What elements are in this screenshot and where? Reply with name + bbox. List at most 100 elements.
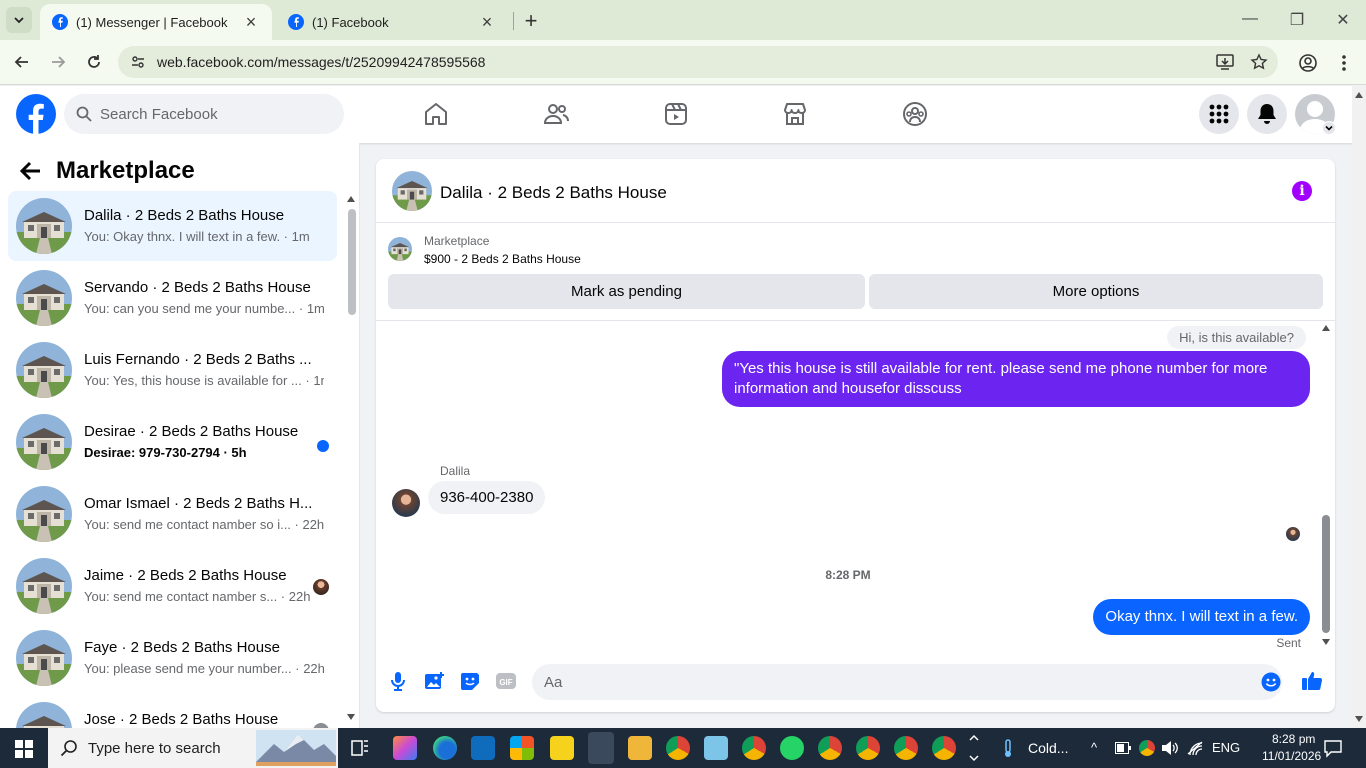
office-app-icon[interactable] [393, 736, 417, 760]
tab-close-icon[interactable]: × [478, 12, 496, 33]
clock-date[interactable]: 11/01/2026 [1262, 749, 1321, 763]
facebook-logo-icon[interactable] [16, 94, 56, 134]
chat-title[interactable]: Dalila · 2 Beds 2 Baths House [440, 183, 667, 203]
video-icon[interactable] [662, 100, 690, 128]
whatsapp-icon[interactable] [780, 736, 804, 760]
install-app-icon[interactable] [1216, 54, 1234, 70]
language-indicator[interactable]: ENG [1212, 740, 1240, 755]
sticker-icon[interactable] [459, 670, 481, 692]
bookmark-star-icon[interactable] [1250, 53, 1268, 71]
back-icon[interactable] [12, 52, 32, 72]
outlook-icon[interactable] [471, 736, 495, 760]
listing-thumbnail[interactable] [392, 171, 432, 211]
sidebar-scroll-thumb[interactable] [348, 209, 356, 315]
volume-icon[interactable] [1161, 740, 1179, 756]
thumbs-up-icon[interactable] [1301, 669, 1323, 691]
minimize-icon[interactable]: — [1240, 10, 1260, 28]
forward-icon[interactable] [48, 52, 68, 72]
conversation-item[interactable]: Omar Ismael · 2 Beds 2 Baths H... You: se… [8, 479, 337, 549]
wifi-icon[interactable] [1187, 740, 1205, 756]
messages-scrollbar[interactable] [1321, 325, 1331, 649]
more-menu-icon[interactable] [1336, 53, 1352, 73]
tab-close-icon[interactable]: × [242, 12, 260, 33]
notifications-button[interactable] [1247, 94, 1287, 134]
message-input-box[interactable] [532, 664, 1282, 700]
conversation-name: Omar Ismael · 2 Beds 2 Baths H... [84, 495, 313, 512]
address-bar[interactable]: web.facebook.com/messages/t/252099424785… [118, 46, 1278, 78]
home-icon[interactable] [422, 100, 450, 128]
conversation-name: Servando · 2 Beds 2 Baths House [84, 279, 311, 296]
message-bubble-outgoing[interactable]: "Yes this house is still available for r… [722, 351, 1310, 407]
chrome-profile-icon[interactable] [742, 736, 766, 760]
listing-thumbnail [16, 702, 72, 728]
menu-apps-button[interactable] [1199, 94, 1239, 134]
facebook-search-input[interactable] [100, 94, 336, 134]
microsoft-store-icon[interactable] [510, 736, 534, 760]
notes-app-icon[interactable] [704, 736, 728, 760]
chrome-notification-icon[interactable] [1139, 740, 1155, 756]
conversation-item[interactable]: Dalila · 2 Beds 2 Baths House You: Okay t… [8, 191, 337, 261]
edge-browser-icon[interactable] [433, 736, 457, 760]
new-tab-button[interactable]: + [519, 8, 543, 34]
sticky-notes-icon[interactable] [550, 736, 574, 760]
battery-icon[interactable] [1115, 742, 1131, 754]
conversation-item[interactable]: Jaime · 2 Beds 2 Baths House You: send me… [8, 551, 337, 621]
messages-scroll-thumb[interactable] [1322, 515, 1330, 633]
conversation-item[interactable]: Jose · 2 Beds 2 Baths House [8, 695, 337, 728]
browser-tab-facebook[interactable]: (1) Facebook × [276, 4, 508, 40]
message-bubble-outgoing[interactable]: Okay thnx. I will text in a few. [1093, 599, 1310, 635]
weather-text[interactable]: Cold... [1028, 740, 1068, 756]
conversation-item[interactable]: Luis Fernando · 2 Beds 2 Baths ... You: Y… [8, 335, 337, 405]
conversation-name: Desirae · 2 Beds 2 Baths House [84, 423, 299, 440]
groups-icon[interactable] [901, 100, 929, 128]
friends-icon[interactable] [542, 100, 570, 128]
browser-toolbar: web.facebook.com/messages/t/252099424785… [0, 40, 1366, 85]
more-options-button[interactable]: More options [869, 274, 1323, 309]
windows-start-icon[interactable] [15, 740, 33, 758]
show-hidden-icons-icon[interactable]: ^ [1091, 740, 1097, 755]
file-explorer-icon[interactable] [628, 736, 652, 760]
clock-time[interactable]: 8:28 pm [1272, 732, 1315, 746]
gif-icon[interactable]: GIF [495, 670, 517, 692]
chrome-profile-icon[interactable] [856, 736, 880, 760]
active-app-icon[interactable] [588, 732, 614, 764]
message-bubble-incoming[interactable]: 936-400-2380 [428, 481, 546, 514]
chrome-profile-icon[interactable] [932, 736, 956, 760]
sender-avatar[interactable] [392, 489, 420, 517]
restore-icon[interactable]: ❐ [1287, 10, 1307, 30]
mark-as-pending-button[interactable]: Mark as pending [388, 274, 865, 309]
sidebar-scrollbar[interactable] [346, 193, 356, 723]
notification-center-icon[interactable] [1323, 738, 1343, 758]
grid-menu-icon [1209, 104, 1229, 124]
conversation-item[interactable]: Servando · 2 Beds 2 Baths House You: can … [8, 263, 337, 333]
page-scrollbar[interactable] [1352, 86, 1366, 728]
taskbar-overflow-icon[interactable] [968, 732, 980, 764]
profile-icon[interactable] [1298, 53, 1318, 73]
facebook-search-box[interactable] [64, 94, 344, 134]
listing-title[interactable]: $900 - 2 Beds 2 Baths House [424, 252, 581, 266]
info-icon[interactable]: i [1292, 181, 1312, 201]
site-settings-icon[interactable] [130, 54, 146, 70]
chrome-profile-icon[interactable] [818, 736, 842, 760]
conversation-name: Dalila · 2 Beds 2 Baths House [84, 207, 285, 224]
close-window-icon[interactable]: ✕ [1333, 10, 1353, 30]
conversation-item[interactable]: Desirae · 2 Beds 2 Baths House Desirae: 9… [8, 407, 337, 477]
account-chevron-icon[interactable] [1322, 121, 1336, 135]
marketplace-icon[interactable] [781, 100, 809, 128]
back-arrow-icon[interactable] [20, 161, 42, 181]
conversation-item[interactable]: Faye · 2 Beds 2 Baths House You: please s… [8, 623, 337, 693]
chrome-profile-icon[interactable] [666, 736, 690, 760]
tab-title: (1) Messenger | Facebook [76, 14, 228, 30]
listing-small-thumbnail[interactable] [388, 237, 412, 261]
photo-attach-icon[interactable] [423, 670, 445, 692]
emoji-icon[interactable] [1261, 672, 1281, 692]
thermometer-icon[interactable] [998, 738, 1018, 758]
tab-search-dropdown-button[interactable] [6, 7, 32, 33]
reload-icon[interactable] [84, 52, 104, 72]
browser-tab-messenger[interactable]: (1) Messenger | Facebook × [40, 4, 272, 40]
message-input[interactable] [544, 664, 1244, 700]
chrome-profile-icon[interactable] [894, 736, 918, 760]
microphone-icon[interactable] [387, 670, 409, 692]
taskbar-search-box[interactable]: Type here to search [48, 728, 338, 768]
task-view-icon[interactable] [350, 738, 370, 758]
